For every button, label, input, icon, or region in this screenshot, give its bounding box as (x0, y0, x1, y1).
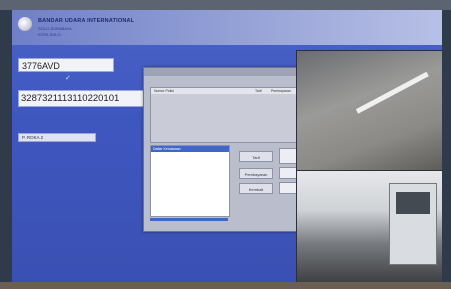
tarif-label: Tarif (239, 151, 273, 162)
grid-col-tarif: Tarif (255, 89, 262, 93)
gate-barrier (355, 71, 429, 114)
kembali-label: Kembali (239, 183, 273, 194)
app-subtitle-line2: KOTA SOLO (38, 32, 61, 37)
toll-booth (389, 183, 437, 265)
app-screen: BANDAR UDARA INTERNATIONAL SOLO-SURABAYA… (12, 10, 442, 282)
progress-bar (150, 218, 228, 221)
list-header: Daftar Kendaraan (151, 146, 229, 152)
gate-label-field: P. ROKA 2 (18, 133, 96, 142)
plate-number-field[interactable]: 3776AVD (18, 58, 114, 72)
pembayaran-label: Pembayaran (239, 168, 273, 179)
app-subtitle-line1: SOLO-SURABAYA (38, 26, 72, 31)
monitor-bezel-top (0, 0, 451, 10)
app-title: BANDAR UDARA INTERNATIONAL (38, 18, 135, 24)
airport-logo-icon (18, 17, 32, 31)
camera-feed-booth (296, 170, 442, 282)
app-header: BANDAR UDARA INTERNATIONAL SOLO-SURABAYA… (12, 10, 442, 45)
card-number-field[interactable]: 3287321113110220101 (18, 90, 146, 107)
check-icon: ✓ (65, 75, 71, 82)
vehicle-list-panel[interactable]: Daftar Kendaraan (150, 145, 230, 217)
grid-col-nopol: Nomor Polisi (154, 89, 174, 93)
monitor-bezel-bottom (0, 282, 451, 289)
grid-col-pembayaran: Pembayaran (271, 89, 291, 93)
booth-window (396, 192, 430, 214)
camera-feed-entrance (296, 50, 442, 172)
